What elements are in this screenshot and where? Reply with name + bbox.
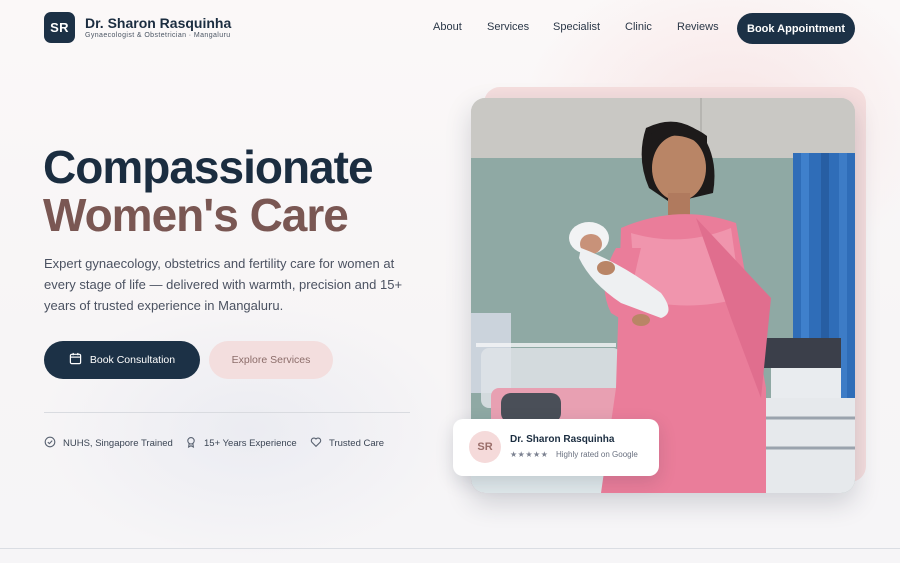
badge-doctor-name: Dr. Sharon Rasquinha — [510, 434, 615, 445]
brand-subtitle: Gynaecologist & Obstetrician · Mangaluru — [85, 32, 231, 39]
calendar-icon — [69, 352, 82, 368]
badge-rating-text: Highly rated on Google — [556, 450, 638, 459]
nav-services[interactable]: Services — [487, 21, 529, 33]
heart-icon — [310, 436, 322, 451]
award-icon — [185, 436, 197, 451]
book-consultation-button[interactable]: Book Consultation — [44, 341, 200, 379]
nav-specialist[interactable]: Specialist — [553, 21, 600, 33]
trust-label: NUHS, Singapore Trained — [63, 438, 173, 449]
trust-label: Trusted Care — [329, 438, 385, 449]
site-header: SR Dr. Sharon Rasquinha Gynaecologist & … — [0, 0, 900, 56]
trust-item-care: Trusted Care — [310, 436, 384, 451]
book-appointment-button[interactable]: Book Appointment — [737, 13, 855, 44]
trust-label: 15+ Years Experience — [204, 438, 297, 449]
rating-badge: SR Dr. Sharon Rasquinha ★★★★★ Highly rat… — [453, 419, 659, 476]
hero-description: Expert gynaecology, obstetrics and ferti… — [44, 256, 403, 313]
logo[interactable]: SR — [44, 12, 75, 43]
explore-services-button[interactable]: Explore Services — [209, 341, 333, 379]
hero-title-line2: Women's Care — [43, 189, 349, 241]
nav-reviews[interactable]: Reviews — [677, 21, 719, 33]
section-divider — [0, 548, 900, 549]
book-consultation-label: Book Consultation — [89, 354, 176, 366]
brand-name[interactable]: Dr. Sharon Rasquinha — [85, 15, 231, 31]
trust-item-training: NUHS, Singapore Trained — [44, 436, 173, 451]
divider — [44, 412, 410, 413]
trust-item-experience: 15+ Years Experience — [185, 436, 297, 451]
avatar: SR — [469, 431, 501, 463]
hero-title-line1: Compassionate — [43, 141, 374, 193]
nav-about[interactable]: About — [433, 21, 462, 33]
star-rating-icon: ★★★★★ — [510, 450, 549, 459]
check-circle-icon — [44, 436, 56, 451]
nav-clinic[interactable]: Clinic — [625, 21, 652, 33]
